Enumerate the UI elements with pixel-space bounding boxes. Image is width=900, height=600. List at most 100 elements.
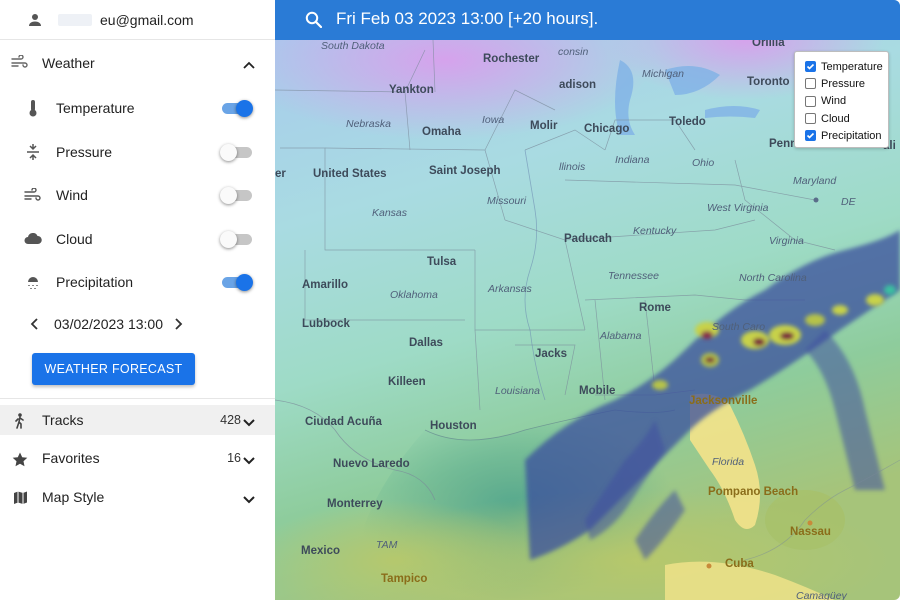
map-label-city: Killeen — [388, 376, 426, 388]
checkbox-checked[interactable] — [805, 130, 816, 142]
weather-forecast-button[interactable]: WEATHER FORECAST — [32, 353, 195, 385]
map-label-state: South Caro — [712, 321, 766, 333]
checkbox[interactable] — [805, 78, 816, 90]
map-label-city: Mexico — [301, 545, 340, 557]
search-icon[interactable] — [305, 11, 323, 33]
map-label-state: Iowa — [482, 114, 505, 126]
map-label-city: Toledo — [669, 116, 706, 128]
map-label-state: consin — [558, 46, 589, 58]
legend-item-wind[interactable]: Wind — [805, 93, 888, 110]
map-label-state: llinois — [559, 161, 586, 173]
map-label-state: North Carolina — [739, 272, 807, 284]
section-favorites[interactable]: Favorites 16 — [0, 443, 275, 473]
map-label-state: Michigan — [642, 68, 685, 80]
chevron-down-icon[interactable] — [243, 452, 255, 470]
map-label-state: Tennessee — [608, 270, 659, 282]
star-icon — [11, 450, 29, 468]
map-label-state: Camagüey — [796, 590, 847, 600]
map-label-state: Oklahoma — [390, 289, 438, 301]
wind-icon — [11, 54, 29, 74]
map-label-city: Molir — [530, 120, 558, 132]
map-label-state: South Dakota — [321, 40, 385, 52]
map-label-city: Rochester — [483, 53, 540, 65]
map-label-city: Jacksonville — [689, 395, 758, 407]
map-label-city: Paducah — [564, 233, 612, 245]
map-label-state: Virginia — [769, 235, 804, 247]
legend-item-pressure[interactable]: Pressure — [805, 75, 888, 92]
map-label-state: Nebraska — [346, 118, 391, 130]
map-label-city: Omaha — [422, 126, 461, 138]
layer-precipitation[interactable]: Precipitation — [0, 260, 275, 304]
cloud-toggle[interactable] — [220, 230, 252, 248]
wind-toggle[interactable] — [220, 187, 252, 204]
map-label-city: Yankton — [389, 84, 434, 96]
map-label-city: United States — [313, 168, 387, 180]
map-label-state: Missouri — [487, 195, 527, 207]
section-tracks[interactable]: Tracks 428 — [0, 405, 275, 435]
legend-item-cloud[interactable]: Cloud — [805, 110, 888, 127]
chevron-up-icon[interactable] — [243, 56, 255, 74]
map-label-state: Kansas — [372, 207, 408, 219]
temperature-toggle[interactable] — [220, 100, 253, 117]
map-label-city: Monterrey — [327, 498, 383, 510]
divider — [0, 398, 275, 399]
email-redaction — [58, 13, 92, 26]
map-label-state: West Virginia — [707, 202, 769, 214]
layer-wind[interactable]: Wind — [0, 173, 275, 217]
checkbox[interactable] — [805, 113, 816, 125]
map-label-city: Lubbock — [302, 318, 350, 330]
layer-cloud[interactable]: Cloud — [0, 217, 275, 261]
map-label-city: Tulsa — [427, 256, 457, 268]
legend-item-temperature[interactable]: Temperature — [805, 58, 888, 75]
layer-label: Precipitation — [56, 274, 134, 290]
section-map-style[interactable]: Map Style — [0, 482, 275, 512]
map-label-state: Arkansas — [488, 283, 532, 295]
layer-temperature[interactable]: Temperature — [0, 86, 275, 130]
weather-title: Weather — [42, 55, 95, 71]
search-bar[interactable]: Fri Feb 03 2023 13:00 [+20 hours]. — [275, 0, 900, 40]
map-label-state: TAM — [376, 539, 398, 551]
thermometer-icon — [24, 99, 42, 117]
layer-pressure[interactable]: Pressure — [0, 130, 275, 174]
precipitation-icon — [24, 273, 42, 291]
map-label-state: Kentucky — [633, 225, 677, 237]
map-label-state: Alabama — [600, 330, 642, 342]
map-icon — [11, 489, 29, 507]
layer-label: Temperature — [56, 100, 135, 116]
map-label-city: Saint Joseph — [429, 165, 501, 177]
map-label-city: Amarillo — [302, 279, 349, 291]
user-account[interactable]: eu@gmail.com — [0, 0, 275, 40]
map-label-city: Chicago — [584, 123, 630, 135]
checkbox[interactable] — [805, 95, 816, 107]
legend-item-precipitation[interactable]: Precipitation — [805, 127, 888, 144]
map-label-state: Maryland — [793, 175, 837, 187]
map-label-city: Rome — [639, 302, 671, 314]
section-label: Map Style — [42, 489, 105, 505]
map-label-state: Ohio — [692, 157, 715, 169]
chevron-right-icon[interactable] — [175, 317, 183, 333]
map-label-city: er — [275, 168, 286, 180]
weather-map[interactable]: South Dakota consin Michigan Nebraska Io… — [275, 0, 900, 600]
pressure-toggle[interactable] — [220, 143, 252, 161]
chevron-down-icon[interactable] — [243, 414, 255, 432]
chevron-down-icon[interactable] — [243, 491, 255, 509]
search-text[interactable]: Fri Feb 03 2023 13:00 [+20 hours]. — [336, 9, 598, 29]
map-label-city: Pompano Beach — [708, 486, 799, 498]
cloud-icon — [24, 230, 42, 248]
layer-label: Cloud — [56, 230, 93, 247]
map-label-city: Ciudad Acuña — [305, 416, 382, 428]
map-label-state: DE — [841, 196, 856, 208]
section-label: Favorites — [42, 450, 100, 466]
precipitation-toggle[interactable] — [220, 274, 253, 291]
chevron-left-icon[interactable] — [30, 317, 38, 333]
legend-label: Wind — [821, 95, 847, 108]
map-label-city: adison — [559, 79, 597, 91]
weather-section-header[interactable]: Weather — [0, 40, 275, 86]
section-label: Tracks — [42, 412, 84, 428]
checkbox-checked[interactable] — [805, 61, 816, 73]
layer-legend: Temperature Pressure Wind Cloud Precipit… — [794, 51, 889, 148]
map-label-state: Florida — [712, 456, 745, 468]
layer-label: Pressure — [56, 143, 113, 160]
legend-label: Temperature — [821, 60, 883, 73]
map-label-city: Nassau — [790, 526, 831, 538]
